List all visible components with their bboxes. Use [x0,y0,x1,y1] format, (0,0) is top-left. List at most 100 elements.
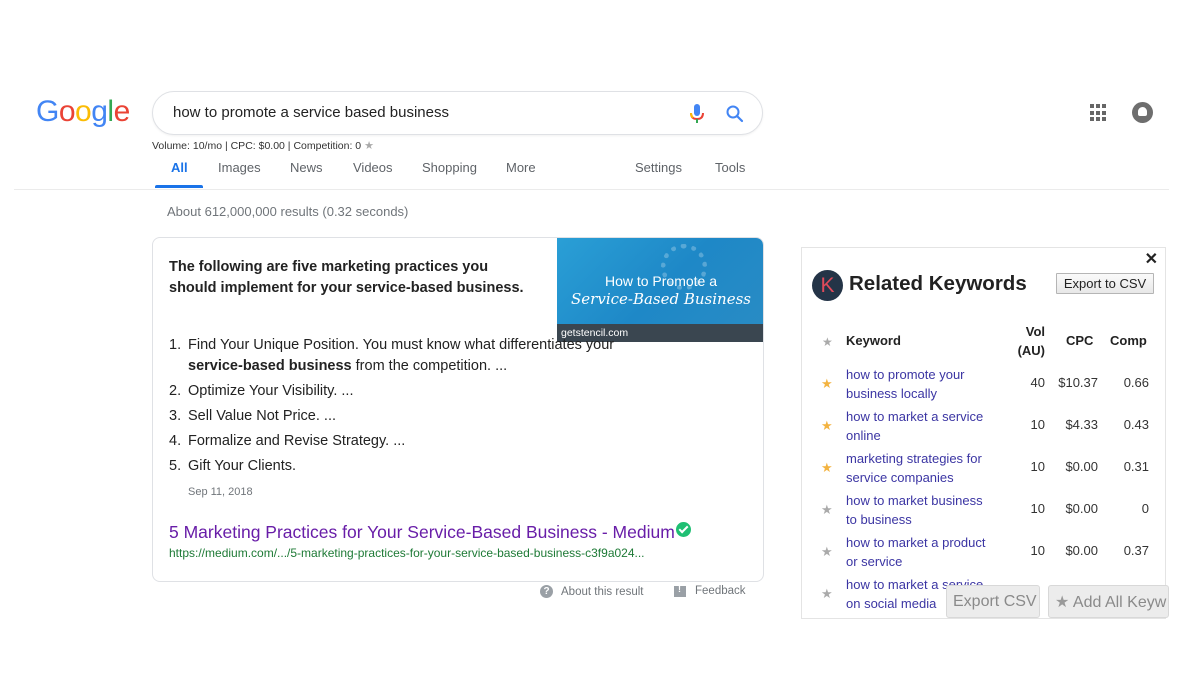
keyword-volume: 10 [1030,417,1045,432]
keyword-cpc: $0.00 [1065,459,1098,474]
keyword-link[interactable]: how to market business to business [846,491,996,529]
search-icon[interactable] [725,104,745,124]
close-icon[interactable]: ✕ [1145,249,1158,269]
help-icon: ? [540,585,553,598]
list-number: 3. [169,408,182,424]
list-text: Sell Value Not Price. ... [188,406,669,427]
keywords-table: ★ Keyword Vol (AU) CPC Comp ★ how to prom… [802,320,1165,616]
table-row: ★ how to market business to business 10 $0.… [802,490,1165,532]
microphone-icon[interactable] [689,103,705,125]
column-cpc[interactable]: CPC [1066,333,1093,348]
keyword-cpc: $10.37 [1058,375,1098,390]
keyword-cpc: $4.33 [1065,417,1098,432]
tab-news[interactable]: News [290,160,323,175]
keyword-stats: Volume: 10/mo | CPC: $0.00 | Competition… [152,139,374,152]
account-icon[interactable] [1132,102,1153,123]
logo-letter: e [113,95,131,128]
keyword-cpc: $0.00 [1065,501,1098,516]
table-row: ★ how to market a product or service 10 $0.… [802,532,1165,574]
tab-more[interactable]: More [506,160,536,175]
keywords-everywhere-logo: K [812,270,843,301]
column-volume[interactable]: Vol (AU) [1012,322,1045,360]
star-filled-icon[interactable]: ★ [821,460,833,476]
about-this-result-link[interactable]: ? About this result [540,585,643,598]
search-input[interactable] [173,104,673,121]
related-keywords-panel: ✕ K Related Keywords Export to CSV ★ Key… [801,247,1166,619]
list-text-bold: service-based business [188,358,352,374]
snippet-heading: The following are five marketing practic… [169,259,524,296]
tab-all[interactable]: All [171,160,188,175]
list-text: Find Your Unique Position. You must know… [188,335,669,377]
add-all-label: Add All Keyw [1072,593,1167,611]
snippet-list-item: 1. Find Your Unique Position. You must kn… [169,335,669,377]
star-filled-icon[interactable]: ★ [821,418,833,434]
tab-tools[interactable]: Tools [715,160,745,175]
list-text-post: from the competition. ... [351,358,508,374]
apps-grid-icon[interactable] [1090,104,1108,122]
logo-letter: G [36,95,59,128]
add-all-keywords-button[interactable]: ★ Add All Keyw [1048,585,1169,618]
column-comp[interactable]: Comp [1110,333,1147,348]
list-text: Gift Your Clients. [188,456,669,477]
table-header: ★ Keyword Vol (AU) CPC Comp [802,320,1165,364]
star-icon[interactable]: ★ [364,140,374,152]
keyword-volume: 10 [1030,459,1045,474]
verified-check-icon [675,522,691,537]
search-box[interactable] [152,91,763,135]
tab-settings[interactable]: Settings [635,160,682,175]
result-title-link[interactable]: 5 Marketing Practices for Your Service-B… [169,522,691,543]
result-url[interactable]: https://medium.com/.../5-marketing-pract… [169,546,645,560]
header-divider [14,189,1169,190]
list-number: 4. [169,433,182,449]
snippet-image[interactable]: How to Promote a Service-Based Business … [557,238,763,342]
keyword-link[interactable]: how to market a product or service [846,533,996,571]
snippet-list-item: 2. Optimize Your Visibility. ... [169,381,669,402]
snippet-list-item: 3. Sell Value Not Price. ... [169,406,669,427]
result-title-text[interactable]: 5 Marketing Practices for Your Service-B… [169,522,675,542]
feedback-label[interactable]: Feedback [695,585,746,597]
list-text: Optimize Your Visibility. ... [188,381,669,402]
star-icon[interactable]: ★ [821,544,833,560]
keyword-volume: 10 [1030,543,1045,558]
logo-letter: g [91,95,108,128]
keyword-link[interactable]: how to promote your business locally [846,365,996,403]
export-csv-button[interactable]: Export CSV [946,585,1040,618]
header-star-icon[interactable]: ★ [822,335,833,349]
star-icon[interactable]: ★ [821,586,833,602]
snippet-date: Sep 11, 2018 [188,486,253,498]
tab-shopping[interactable]: Shopping [422,160,477,175]
about-this-result-label[interactable]: About this result [561,586,643,598]
feedback-link[interactable]: Feedback [674,584,746,597]
snippet-list: 1. Find Your Unique Position. You must kn… [169,335,669,481]
keyword-link[interactable]: marketing strategies for service compani… [846,449,996,487]
image-caption-line2: Service-Based Business [571,290,751,308]
list-number: 5. [169,458,182,474]
list-text: Formalize and Revise Strategy. ... [188,431,669,452]
keyword-volume: 40 [1030,375,1045,390]
keyword-stats-text: Volume: 10/mo | CPC: $0.00 | Competition… [152,140,362,152]
list-text-pre: Gift Your Clients. [188,458,296,474]
logo-letter: o [58,95,76,128]
keyword-link[interactable]: how to market a service online [846,407,996,445]
tab-images[interactable]: Images [218,160,261,175]
star-filled-icon[interactable]: ★ [821,376,833,392]
keyword-comp: 0 [1141,501,1149,516]
tab-videos[interactable]: Videos [353,160,393,175]
table-row: ★ how to promote your business locally 40 $… [802,364,1165,406]
keyword-comp: 0.37 [1123,543,1149,558]
result-stats: About 612,000,000 results (0.32 seconds) [167,204,409,219]
panel-title: Related Keywords [849,272,1027,295]
image-caption-line1: How to Promote a [604,273,718,289]
star-icon: ★ [1055,593,1070,611]
star-icon[interactable]: ★ [821,502,833,518]
snippet-list-item: 5. Gift Your Clients. [169,456,669,477]
list-number: 1. [169,337,182,353]
column-keyword[interactable]: Keyword [846,333,901,348]
google-logo[interactable]: Google [36,95,130,129]
export-to-csv-button[interactable]: Export to CSV [1056,273,1154,294]
keyword-comp: 0.31 [1123,459,1149,474]
list-text-pre: Find Your Unique Position. You must know… [188,337,615,353]
list-text-pre: Optimize Your Visibility. ... [188,383,354,399]
table-row: ★ how to market a service online 10 $4.33 0.… [802,406,1165,448]
feedback-icon [674,584,686,597]
